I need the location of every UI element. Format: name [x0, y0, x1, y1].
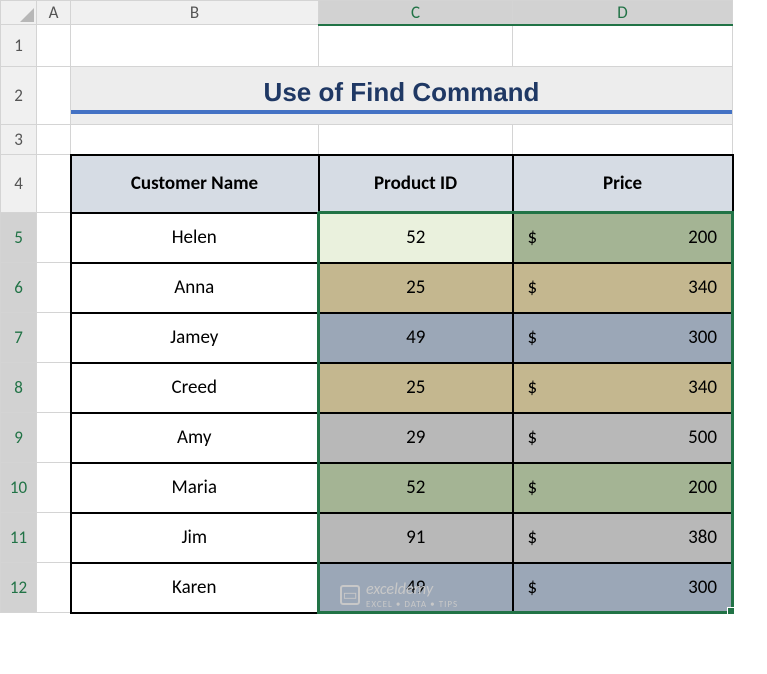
cell[interactable]	[37, 513, 71, 563]
title-cell[interactable]: Use of Find Command	[71, 67, 733, 125]
cell-product-id[interactable]: 25	[319, 363, 513, 413]
select-all-corner[interactable]	[1, 1, 37, 25]
fill-handle[interactable]	[727, 607, 735, 615]
cell-product-id[interactable]: 91	[319, 513, 513, 563]
row-header-5[interactable]: 5	[1, 213, 37, 263]
header-customer-name[interactable]: Customer Name	[71, 155, 319, 213]
cell-customer-name[interactable]: Karen	[71, 563, 319, 613]
currency-symbol: $	[528, 576, 538, 599]
cell-price[interactable]: $ 500	[513, 413, 733, 463]
price-value: 300	[688, 576, 717, 599]
cell[interactable]	[37, 25, 71, 67]
cell-price[interactable]: $ 300	[513, 313, 733, 363]
row-header-1[interactable]: 1	[1, 25, 37, 67]
header-product-id[interactable]: Product ID	[319, 155, 513, 213]
col-header-d[interactable]: D	[513, 1, 733, 25]
row-header-9[interactable]: 9	[1, 413, 37, 463]
cell[interactable]	[37, 155, 71, 213]
cell-customer-name[interactable]: Helen	[71, 213, 319, 263]
cell[interactable]	[37, 263, 71, 313]
price-value: 300	[688, 326, 717, 349]
currency-symbol: $	[528, 476, 538, 499]
cell[interactable]	[319, 25, 513, 67]
cell-product-id[interactable]: 29	[319, 413, 513, 463]
row-header-4[interactable]: 4	[1, 155, 37, 213]
cell-price[interactable]: $ 340	[513, 363, 733, 413]
cell-price[interactable]: $ 200	[513, 213, 733, 263]
cell[interactable]	[71, 25, 319, 67]
cell[interactable]	[37, 125, 71, 155]
cell[interactable]	[37, 313, 71, 363]
cell[interactable]	[513, 125, 733, 155]
page-title: Use of Find Command	[71, 77, 732, 114]
row-header-10[interactable]: 10	[1, 463, 37, 513]
currency-symbol: $	[528, 326, 538, 349]
cell[interactable]	[37, 213, 71, 263]
price-value: 380	[688, 526, 717, 549]
cell-customer-name[interactable]: Creed	[71, 363, 319, 413]
cell-product-id[interactable]: 25	[319, 263, 513, 313]
header-price[interactable]: Price	[513, 155, 733, 213]
cell-customer-name[interactable]: Anna	[71, 263, 319, 313]
cell[interactable]	[513, 25, 733, 67]
spreadsheet-grid[interactable]: A B C D 1 2 Use of Find Command 3 4 Cust…	[0, 0, 734, 614]
col-header-b[interactable]: B	[71, 1, 319, 25]
cell[interactable]	[37, 363, 71, 413]
row-header-7[interactable]: 7	[1, 313, 37, 363]
cell-product-id[interactable]: 49	[319, 563, 513, 613]
row-header-6[interactable]: 6	[1, 263, 37, 313]
cell[interactable]	[37, 67, 71, 125]
currency-symbol: $	[528, 426, 538, 449]
cell-product-id[interactable]: 52	[319, 463, 513, 513]
cell[interactable]	[37, 563, 71, 613]
cell-price[interactable]: $ 340	[513, 263, 733, 313]
cell-customer-name[interactable]: Jamey	[71, 313, 319, 363]
cell-product-id[interactable]: 49	[319, 313, 513, 363]
row-header-11[interactable]: 11	[1, 513, 37, 563]
price-value: 340	[688, 376, 717, 399]
cell-price[interactable]: $ 380	[513, 513, 733, 563]
cell-price[interactable]: $ 200	[513, 463, 733, 513]
cell[interactable]	[319, 125, 513, 155]
cell-price[interactable]: $ 300	[513, 563, 733, 613]
currency-symbol: $	[528, 526, 538, 549]
row-header-12[interactable]: 12	[1, 563, 37, 613]
currency-symbol: $	[528, 276, 538, 299]
cell-customer-name[interactable]: Maria	[71, 463, 319, 513]
cell[interactable]	[37, 463, 71, 513]
cell-product-id[interactable]: 52	[319, 213, 513, 263]
col-header-a[interactable]: A	[37, 1, 71, 25]
row-header-3[interactable]: 3	[1, 125, 37, 155]
cell[interactable]	[71, 125, 319, 155]
cell-customer-name[interactable]: Jim	[71, 513, 319, 563]
currency-symbol: $	[528, 226, 538, 249]
price-value: 340	[688, 276, 717, 299]
price-value: 200	[688, 476, 717, 499]
cell[interactable]	[37, 413, 71, 463]
col-header-c[interactable]: C	[319, 1, 513, 25]
row-header-2[interactable]: 2	[1, 67, 37, 125]
cell-customer-name[interactable]: Amy	[71, 413, 319, 463]
price-value: 200	[688, 226, 717, 249]
price-value: 500	[688, 426, 717, 449]
row-header-8[interactable]: 8	[1, 363, 37, 413]
currency-symbol: $	[528, 376, 538, 399]
